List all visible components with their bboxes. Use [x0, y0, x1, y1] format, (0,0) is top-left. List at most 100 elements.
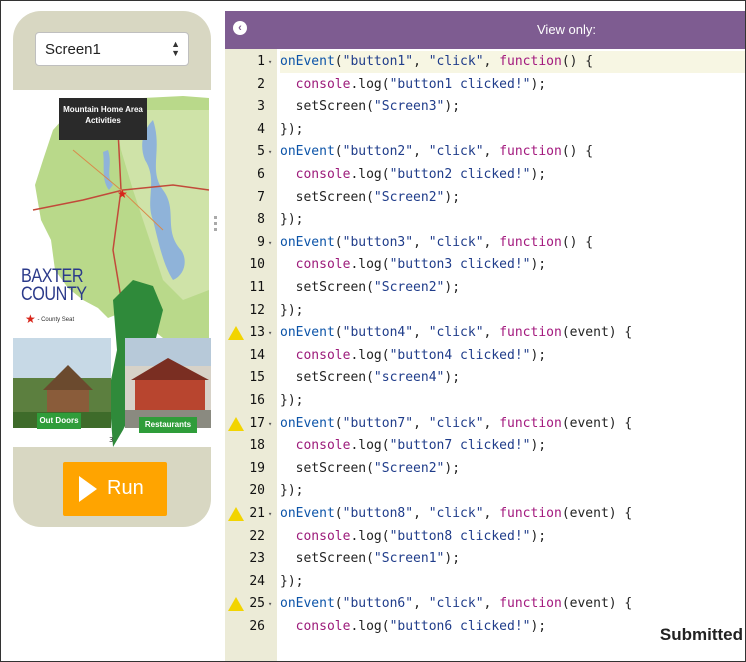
code-line[interactable]: 21 ▾ onEvent("button8", "click", function(…	[225, 503, 745, 525]
code-line[interactable]: 10 console.log("button3 clicked!");	[225, 254, 745, 276]
code-line[interactable]: 18 console.log("button7 clicked!");	[225, 435, 745, 457]
screen-select-dropdown[interactable]: Screen1 ▲ ▼	[35, 32, 189, 66]
svg-text:★: ★	[117, 187, 128, 201]
code-line[interactable]: 9 ▾ onEvent("button3", "click", function()…	[225, 232, 745, 254]
code-text: setScreen("screen4");	[280, 370, 461, 386]
screen-select-value: Screen1	[45, 41, 101, 58]
app-screen-preview[interactable]: ★ 3 Mountain Home Area Activities BAXTER…	[13, 90, 211, 447]
code-text: onEvent("button3", "click", function() {	[280, 234, 594, 250]
code-line[interactable]: 5 ▾ onEvent("button2", "click", function()…	[225, 141, 745, 163]
select-arrows-icon: ▲ ▼	[171, 39, 180, 58]
code-text: onEvent("button4", "click", function(eve…	[280, 325, 633, 341]
line-number: 25	[249, 596, 265, 612]
code-line[interactable]: 17 ▾ onEvent("button7", "click", function(…	[225, 413, 745, 435]
fold-arrow-icon[interactable]: ▾	[268, 322, 272, 344]
line-number: 13	[249, 325, 265, 341]
line-number: 19	[249, 460, 265, 476]
code-line[interactable]: 16});	[225, 390, 745, 412]
workspace-header-title: View only:	[537, 22, 597, 37]
code-text: setScreen("Screen2");	[280, 189, 461, 205]
workspace-header: ‹ View only:	[225, 11, 745, 49]
fold-arrow-icon[interactable]: ▾	[268, 413, 272, 435]
code-text: setScreen("Screen2");	[280, 460, 461, 476]
code-line[interactable]: 24});	[225, 571, 745, 593]
line-number: 11	[249, 280, 265, 295]
code-line[interactable]: 22 console.log("button8 clicked!");	[225, 526, 745, 548]
line-number: 2	[257, 76, 265, 92]
line-number: 9	[257, 234, 265, 250]
star-icon: ★	[25, 312, 36, 326]
code-text: setScreen("Screen2");	[280, 280, 461, 295]
code-text: setScreen("Screen1");	[280, 551, 461, 567]
code-text: });	[280, 121, 304, 137]
code-text: console.log("button2 clicked!");	[295, 167, 547, 182]
line-number: 20	[249, 483, 265, 499]
code-line[interactable]: 13 ▾ onEvent("button4", "click", function(…	[225, 322, 745, 344]
app-lab-window: Screen1 ▲ ▼ ★ 3 Mountain Home Area Activ…	[0, 0, 746, 662]
county-seat-label: - County Seat	[37, 317, 75, 323]
line-number: 10	[249, 257, 265, 273]
code-text: onEvent("button1", "click", function() {	[280, 51, 745, 73]
collapse-chevron-icon[interactable]: ‹	[233, 21, 247, 35]
code-editor[interactable]: 1 ▾ onEvent("button1", "click", function()…	[225, 49, 745, 661]
code-text: });	[280, 302, 304, 318]
fold-arrow-icon[interactable]: ▾	[268, 232, 272, 254]
play-icon	[79, 476, 97, 502]
county-title-line2: COUNTY	[21, 284, 87, 305]
code-text: });	[280, 212, 304, 228]
outdoors-button[interactable]: Out Doors	[37, 413, 81, 429]
code-workspace: ‹ View only: 1 ▾ onEvent("button1", "click…	[225, 1, 745, 661]
line-number: 22	[249, 528, 265, 544]
code-text: console.log("button4 clicked!");	[295, 347, 547, 363]
code-line[interactable]: 3 setScreen("Screen3");	[225, 96, 745, 118]
code-line[interactable]: 19 setScreen("Screen2");	[225, 458, 745, 480]
fold-arrow-icon[interactable]: ▾	[268, 51, 272, 73]
code-line[interactable]: 8});	[225, 209, 745, 231]
code-line[interactable]: 1 ▾ onEvent("button1", "click", function()…	[225, 51, 745, 73]
code-line[interactable]: 15 setScreen("screen4");	[225, 367, 745, 389]
code-line[interactable]: 20});	[225, 480, 745, 502]
code-text: });	[280, 573, 304, 589]
line-number: 12	[249, 302, 265, 318]
line-number: 7	[257, 189, 265, 205]
panel-resize-handle[interactable]	[214, 216, 218, 236]
line-number: 17	[249, 415, 265, 431]
code-text: });	[280, 393, 304, 408]
line-number: 3	[257, 99, 265, 115]
run-button-label: Run	[107, 477, 144, 499]
submitted-status: Submitted	[659, 625, 743, 644]
code-line[interactable]: 6 console.log("button2 clicked!");	[225, 164, 745, 186]
line-number: 16	[249, 393, 265, 408]
map-title-label: Mountain Home Area Activities	[59, 98, 147, 140]
code-text: onEvent("button6", "click", function(eve…	[280, 596, 633, 612]
code-line[interactable]: 2 console.log("button1 clicked!");	[225, 74, 745, 96]
code-text: console.log("button7 clicked!");	[295, 438, 547, 454]
code-line[interactable]: 7 setScreen("Screen2");	[225, 187, 745, 209]
restaurants-button[interactable]: Restaurants	[139, 417, 197, 433]
code-text: setScreen("Screen3");	[280, 99, 461, 115]
code-text: console.log("button1 clicked!");	[295, 76, 547, 92]
code-text: onEvent("button8", "click", function(eve…	[280, 506, 633, 521]
bottom-resize-handle[interactable]	[660, 655, 680, 658]
code-text: onEvent("button7", "click", function(eve…	[280, 415, 633, 431]
run-button[interactable]: Run	[63, 462, 167, 516]
code-line[interactable]: 25 ▾ onEvent("button6", "click", function(…	[225, 593, 745, 615]
code-text: console.log("button3 clicked!");	[295, 257, 547, 273]
code-line[interactable]: 12});	[225, 300, 745, 322]
code-line[interactable]: 14 console.log("button4 clicked!");	[225, 345, 745, 367]
code-line[interactable]: 23 setScreen("Screen1");	[225, 548, 745, 570]
fold-arrow-icon[interactable]: ▾	[268, 503, 272, 525]
line-number: 24	[249, 573, 265, 589]
line-number: 1	[257, 54, 265, 69]
line-number: 18	[249, 438, 265, 454]
baxter-county-title: BAXTER COUNTY	[21, 267, 87, 305]
fold-arrow-icon[interactable]: ▾	[268, 141, 272, 163]
code-line[interactable]: 4});	[225, 119, 745, 141]
code-line[interactable]: 11 setScreen("Screen2");	[225, 277, 745, 299]
fold-arrow-icon[interactable]: ▾	[268, 593, 272, 615]
code-text: });	[280, 483, 304, 499]
app-preview-panel: Screen1 ▲ ▼ ★ 3 Mountain Home Area Activ…	[13, 11, 211, 527]
line-number: 23	[249, 551, 265, 567]
line-number: 8	[257, 212, 265, 228]
line-number: 21	[249, 506, 265, 521]
